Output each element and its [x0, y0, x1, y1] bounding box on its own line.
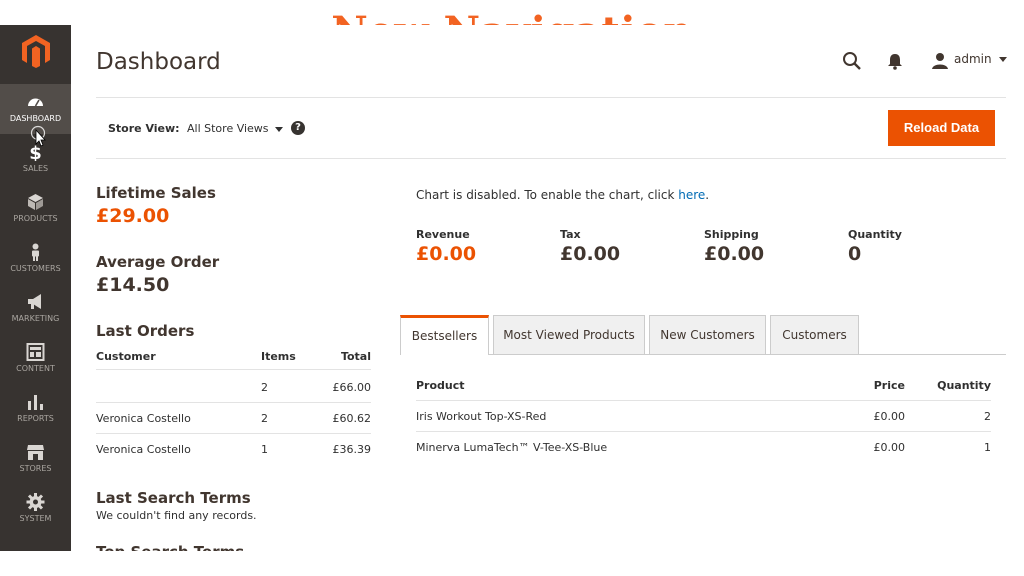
admin-user-menu[interactable]: admin	[954, 52, 1008, 66]
tab-bestsellers[interactable]: Bestsellers	[400, 315, 489, 355]
order-customer: Veronica Costello	[96, 412, 191, 425]
sidebar-label-products: PRODUCTS	[13, 214, 58, 223]
sidebar-label-content: CONTENT	[16, 364, 55, 373]
column-header-product: Product	[416, 379, 465, 392]
shipping-label: Shipping	[704, 228, 759, 241]
table-divider	[96, 369, 371, 370]
person-icon	[32, 243, 39, 261]
product-quantity: 2	[984, 410, 991, 423]
table-divider	[416, 431, 991, 432]
top-search-terms-title: Top Search Terms	[96, 543, 244, 551]
sidebar-label-reports: REPORTS	[17, 414, 54, 423]
product-quantity: 1	[984, 441, 991, 454]
sidebar-label-sales: SALES	[22, 164, 49, 173]
sidebar-item-system[interactable]: SYSTEM	[0, 484, 71, 534]
column-header-items: Items	[261, 350, 296, 363]
order-total: £66.00	[332, 381, 372, 394]
product-name: Minerva LumaTech™ V-Tee-XS-Blue	[416, 441, 608, 454]
sidebar-label-marketing: MARKETING	[11, 314, 60, 323]
tab-most-viewed-products[interactable]: Most Viewed Products	[493, 315, 645, 354]
header-actions: admin	[842, 51, 1008, 71]
order-total: £36.39	[332, 443, 372, 456]
user-icon[interactable]	[930, 51, 950, 71]
chart-disabled-message: Chart is disabled. To enable the chart, …	[416, 188, 709, 202]
product-price: £0.00	[873, 410, 906, 423]
shipping-value: £0.00	[704, 243, 765, 265]
sidebar-item-reports[interactable]: REPORTS	[0, 384, 71, 434]
admin-screen: DASHBOARD $ SALES PRODUCTS CUSTOMERS MAR…	[0, 25, 1024, 551]
order-total: £60.62	[332, 412, 372, 425]
layout-icon	[26, 343, 45, 361]
toolbar-divider	[96, 158, 1006, 159]
help-icon[interactable]: ?	[291, 121, 305, 135]
search-icon[interactable]	[842, 51, 862, 71]
table-divider	[96, 433, 371, 434]
table-divider	[96, 402, 371, 403]
last-orders-title: Last Orders	[96, 322, 195, 340]
tax-label: Tax	[560, 228, 581, 241]
dashboard-gauge-icon	[28, 98, 43, 107]
store-view-select[interactable]: All Store Views	[187, 122, 283, 135]
tax-value: £0.00	[560, 243, 621, 265]
chevron-down-icon	[274, 126, 283, 132]
sidebar-item-content[interactable]: CONTENT	[0, 334, 71, 384]
order-items: 2	[261, 381, 268, 394]
product-price: £0.00	[873, 441, 906, 454]
column-header-quantity: Quantity	[937, 379, 991, 392]
revenue-value: £0.00	[416, 243, 477, 265]
average-order-label: Average Order	[96, 253, 220, 271]
tab-new-customers[interactable]: New Customers	[649, 315, 766, 354]
last-search-terms-title: Last Search Terms	[96, 489, 251, 507]
lifetime-sales-value: £29.00	[96, 205, 170, 227]
order-items: 1	[261, 443, 268, 456]
reload-data-button[interactable]: Reload Data	[888, 110, 995, 146]
sidebar-item-marketing[interactable]: MARKETING	[0, 284, 71, 334]
store-view-label: Store View:	[108, 122, 180, 135]
average-order-value: £14.50	[96, 274, 170, 296]
mouse-pointer-icon	[30, 125, 46, 147]
storefront-icon	[27, 445, 44, 460]
sidebar-item-customers[interactable]: CUSTOMERS	[0, 234, 71, 284]
product-name: Iris Workout Top-XS-Red	[416, 410, 547, 423]
sidebar-label-stores: STORES	[19, 464, 52, 473]
bar-chart-icon	[28, 395, 43, 410]
header-divider	[96, 97, 1006, 98]
sidebar-label-system: SYSTEM	[19, 514, 52, 523]
admin-sidebar: DASHBOARD $ SALES PRODUCTS CUSTOMERS MAR…	[0, 25, 71, 551]
sidebar-item-stores[interactable]: STORES	[0, 434, 71, 484]
revenue-label: Revenue	[416, 228, 470, 241]
chevron-down-icon	[999, 57, 1008, 62]
chart-message-suffix: .	[705, 188, 710, 202]
order-customer: Veronica Costello	[96, 443, 191, 456]
chart-message-text: Chart is disabled. To enable the chart, …	[416, 188, 679, 202]
gear-icon	[26, 493, 45, 511]
last-search-empty-message: We couldn't find any records.	[96, 509, 257, 522]
quantity-value: 0	[848, 243, 862, 265]
store-view-value: All Store Views	[187, 122, 269, 135]
enable-chart-link[interactable]: here	[678, 188, 705, 202]
tab-customers[interactable]: Customers	[770, 315, 859, 354]
cube-icon	[28, 194, 43, 210]
megaphone-icon	[28, 294, 41, 309]
table-divider	[416, 400, 991, 401]
bell-icon[interactable]	[885, 51, 905, 71]
page-title: Dashboard	[96, 49, 221, 75]
magento-logo-icon[interactable]	[18, 33, 54, 69]
column-header-total: Total	[340, 350, 371, 363]
sidebar-label-dashboard: DASHBOARD	[9, 114, 62, 123]
admin-username: admin	[954, 52, 992, 66]
sidebar-label-customers: CUSTOMERS	[10, 264, 61, 273]
column-header-price: Price	[873, 379, 905, 392]
column-header-customer: Customer	[96, 350, 156, 363]
lifetime-sales-label: Lifetime Sales	[96, 184, 216, 202]
sidebar-item-products[interactable]: PRODUCTS	[0, 184, 71, 234]
order-items: 2	[261, 412, 268, 425]
quantity-label: Quantity	[848, 228, 902, 241]
